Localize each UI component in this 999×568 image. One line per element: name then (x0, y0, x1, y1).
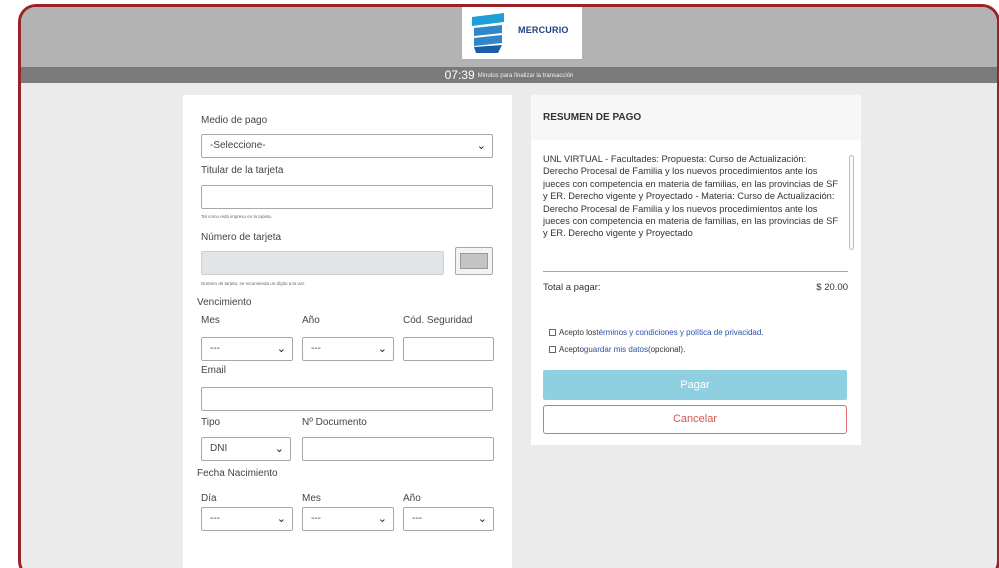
birth-month-label: Mes (302, 493, 321, 504)
credit-card-icon (460, 253, 488, 269)
save-data-link[interactable]: guardar mis datos (584, 345, 648, 354)
birth-year-value: --- (412, 513, 422, 524)
expiry-month-value: --- (210, 343, 220, 354)
pay-button[interactable]: Pagar (543, 370, 847, 400)
save-data-suffix: (opcional). (647, 345, 686, 354)
chevron-down-icon: ⌄ (276, 343, 286, 355)
chevron-down-icon: ⌄ (377, 513, 387, 525)
total-label: Total a pagar: (543, 282, 601, 293)
cancel-button[interactable]: Cancelar (543, 405, 847, 434)
summary-divider (543, 271, 848, 272)
card-number-label: Número de tarjeta (201, 232, 282, 243)
payment-summary: RESUMEN DE PAGO UNL VIRTUAL - Facultades… (531, 95, 861, 445)
payment-form: Medio de pago -Seleccione- ⌄ Titular de … (183, 95, 512, 568)
app-frame: MERCURIO 07:39 Minutos para finalizar la … (18, 4, 999, 568)
birth-year-select[interactable]: --- ⌄ (403, 507, 494, 531)
email-label: Email (201, 365, 227, 376)
expiry-year-label: Año (302, 315, 320, 326)
doc-type-value: DNI (210, 443, 228, 454)
cardholder-hint: Tal como está impreso en la tarjeta. (201, 214, 273, 219)
chevron-down-icon: ⌄ (377, 343, 387, 355)
birth-day-label: Día (201, 493, 217, 504)
cardholder-label: Titular de la tarjeta (201, 165, 284, 176)
payment-method-value: -Seleccione- (210, 140, 266, 151)
card-type-button[interactable] (455, 247, 493, 275)
birth-month-select[interactable]: --- ⌄ (302, 507, 394, 531)
doc-type-select[interactable]: DNI ⌄ (201, 437, 291, 461)
save-data-checkbox[interactable] (549, 346, 556, 353)
expiry-month-label: Mes (201, 315, 220, 326)
summary-description: UNL VIRTUAL - Facultades: Propuesta: Cur… (543, 154, 839, 239)
terms-checkbox[interactable] (549, 329, 556, 336)
chevron-down-icon: ⌄ (276, 513, 286, 525)
save-data-prefix: Acepto (559, 345, 584, 354)
doc-number-label: Nº Documento (302, 417, 367, 428)
card-number-input[interactable] (201, 251, 444, 275)
birth-date-label: Fecha Nacimiento (197, 468, 278, 479)
birth-year-label: Año (403, 493, 421, 504)
doc-number-input[interactable] (302, 437, 494, 461)
brand-name: MERCURIO (518, 25, 569, 35)
payment-method-label: Medio de pago (201, 115, 268, 126)
terms-prefix: Acepto los (559, 328, 597, 337)
timer-value: 07:39 (444, 68, 475, 82)
birth-day-select[interactable]: --- ⌄ (201, 507, 293, 531)
birth-month-value: --- (311, 513, 321, 524)
expiry-year-value: --- (311, 343, 321, 354)
doc-type-label: Tipo (201, 417, 221, 428)
expiry-month-select[interactable]: --- ⌄ (201, 337, 293, 361)
security-code-input[interactable] (403, 337, 494, 361)
brand-logo: MERCURIO (462, 7, 582, 59)
terms-row: Acepto los términos y condiciones y polí… (549, 328, 764, 337)
timer-bar: 07:39 Minutos para finalizar la transacci… (21, 67, 997, 83)
description-scrollbar[interactable] (849, 155, 854, 250)
chevron-down-icon: ⌄ (477, 513, 487, 525)
payment-method-select[interactable]: -Seleccione- ⌄ (201, 134, 493, 158)
timer-caption: Minutos para finalizar la transacción (477, 72, 574, 79)
expiry-label: Vencimiento (197, 297, 252, 308)
card-number-hint: Número de tarjeta, se recomienda un dígi… (201, 281, 306, 286)
birth-day-value: --- (210, 513, 220, 524)
security-code-label: Cód. Seguridad (403, 315, 473, 326)
mercurio-logo-icon (472, 13, 504, 53)
header-bar: MERCURIO (21, 7, 997, 67)
terms-link[interactable]: términos y condiciones y política de pri… (596, 328, 761, 337)
terms-suffix: . (761, 328, 764, 337)
expiry-year-select[interactable]: --- ⌄ (302, 337, 394, 361)
cardholder-input[interactable] (201, 185, 493, 209)
save-data-row: Acepto guardar mis datos (opcional). (549, 345, 685, 354)
chevron-down-icon: ⌄ (274, 443, 284, 455)
total-value: $ 20.00 (816, 282, 848, 293)
email-input[interactable] (201, 387, 493, 411)
chevron-down-icon: ⌄ (476, 140, 486, 152)
summary-title: RESUMEN DE PAGO (531, 95, 861, 140)
